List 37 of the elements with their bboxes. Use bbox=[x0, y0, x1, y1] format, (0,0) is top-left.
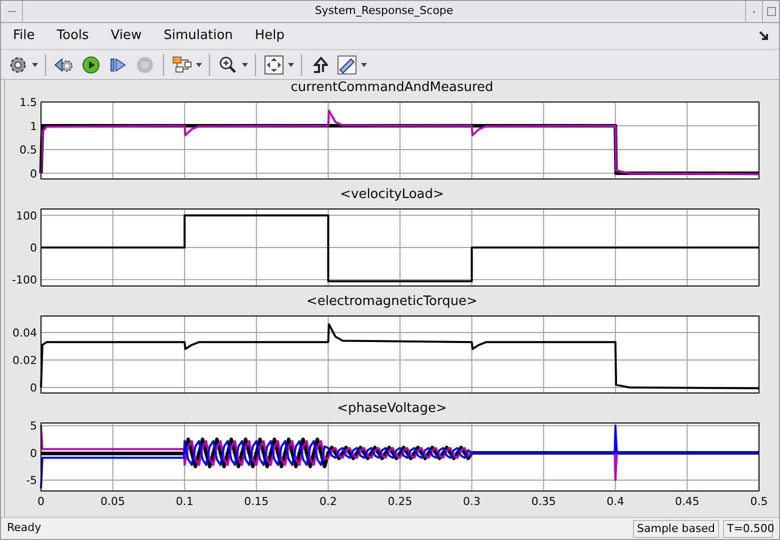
y-tick-label: -100 bbox=[12, 274, 37, 287]
x-tick-label: 0.4 bbox=[606, 495, 624, 508]
x-tick-label: 0.45 bbox=[674, 495, 700, 508]
status-mode: Sample based bbox=[633, 520, 719, 538]
plot-title: <phaseVoltage> bbox=[337, 401, 447, 417]
menu-item[interactable]: View bbox=[108, 26, 144, 46]
x-tick-label: 0.3 bbox=[463, 495, 481, 508]
x-tick-label: 0.2 bbox=[319, 495, 337, 508]
menu-item[interactable]: Simulation bbox=[162, 26, 235, 46]
y-tick-label: 0 bbox=[30, 446, 37, 460]
y-tick-label: 0.04 bbox=[12, 326, 37, 340]
x-tick-label: 0.25 bbox=[388, 495, 412, 508]
y-tick-label: 1 bbox=[30, 120, 37, 133]
y-tick-label: 0.02 bbox=[12, 354, 37, 367]
y-tick-label: 5 bbox=[30, 420, 37, 433]
plot-title: <velocityLoad> bbox=[340, 187, 444, 203]
y-tick-label: 0 bbox=[30, 242, 37, 254]
y-tick-label: 100 bbox=[16, 209, 37, 222]
x-tick-label: 0.1 bbox=[176, 495, 194, 508]
y-tick-label: -5 bbox=[26, 474, 37, 488]
x-tick-label: 0.35 bbox=[531, 495, 556, 508]
x-tick-label: 0.15 bbox=[244, 495, 269, 508]
status-time: T=0.500 bbox=[723, 520, 773, 538]
x-tick-label: 0 bbox=[38, 495, 44, 508]
menu-item[interactable]: File bbox=[11, 26, 37, 46]
y-tick-label: 0 bbox=[30, 382, 37, 394]
plot-title: <electromagneticTorque> bbox=[306, 294, 478, 310]
plot-title: currentCommandAndMeasured bbox=[290, 80, 494, 96]
y-tick-label: 0.5 bbox=[20, 144, 37, 157]
y-tick-label: 1.5 bbox=[20, 96, 37, 109]
menu-item[interactable]: Help bbox=[252, 26, 287, 46]
x-tick-label: 0.05 bbox=[100, 495, 126, 508]
status-message: Ready bbox=[7, 520, 42, 536]
y-tick-label: 0 bbox=[30, 167, 37, 180]
menu-item[interactable]: Tools bbox=[54, 26, 91, 46]
window-title: System_Response_Scope bbox=[314, 3, 454, 20]
x-tick-label: 0.5 bbox=[750, 495, 768, 508]
